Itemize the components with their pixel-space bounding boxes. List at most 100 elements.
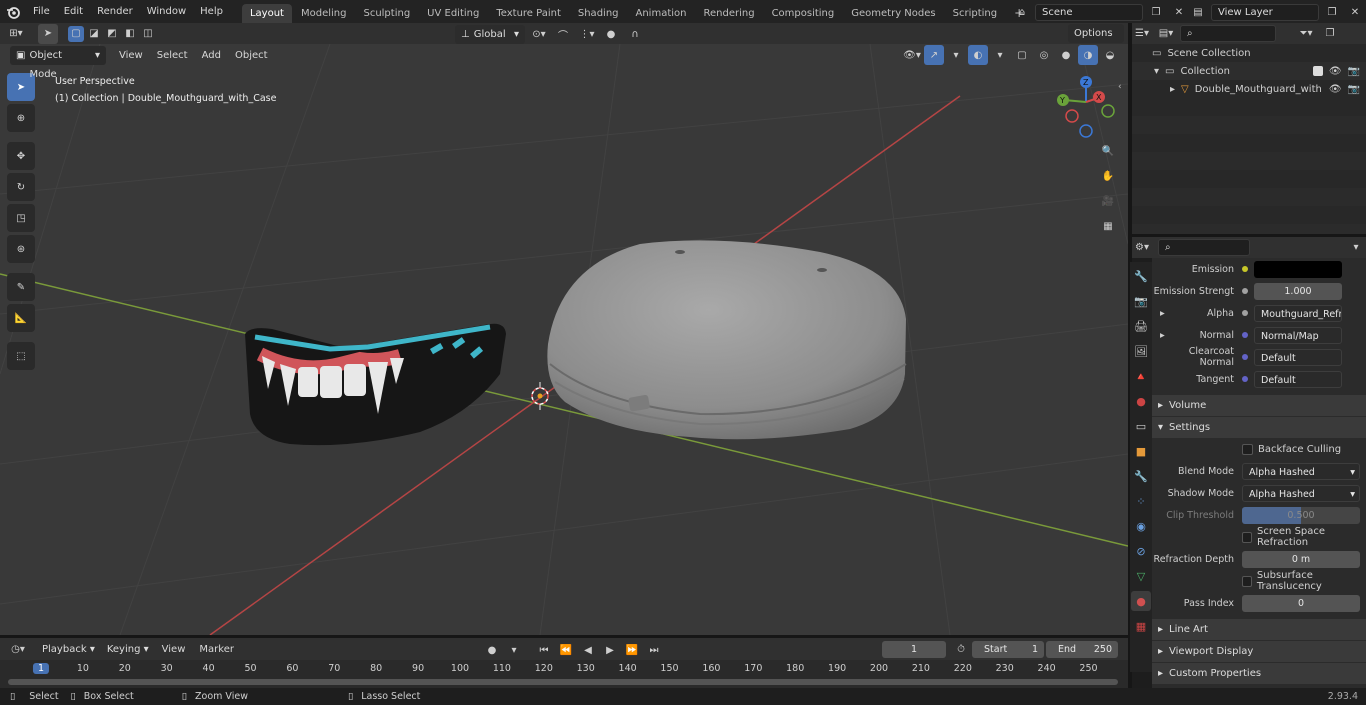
- panel-volume[interactable]: ▸ Volume: [1152, 395, 1366, 416]
- render-tab-icon[interactable]: 📷: [1131, 291, 1151, 311]
- viewport-menu-object[interactable]: Object: [228, 44, 275, 67]
- emission-color-field[interactable]: [1254, 260, 1342, 278]
- world-tab-icon[interactable]: ●: [1131, 391, 1151, 411]
- tab-modeling[interactable]: Modeling: [293, 4, 355, 23]
- output-tab-icon[interactable]: 🖨: [1131, 316, 1151, 336]
- snap-target-icon[interactable]: ⋮▾: [577, 24, 597, 44]
- shadow-mode-dropdown[interactable]: Alpha Hashed ▾: [1242, 484, 1360, 502]
- remove-scene-icon[interactable]: ✕: [1169, 2, 1189, 22]
- exclude-checkbox[interactable]: [1312, 66, 1323, 76]
- menu-file[interactable]: File: [26, 0, 57, 23]
- timeline-scrollbar[interactable]: [8, 679, 1118, 685]
- physics-tab-icon[interactable]: ◉: [1131, 516, 1151, 536]
- tab-sculpting[interactable]: Sculpting: [355, 4, 418, 23]
- remove-view-layer-icon[interactable]: ✕: [1345, 2, 1365, 22]
- socket-grey-icon[interactable]: [1242, 310, 1248, 316]
- socket-yellow-icon[interactable]: [1242, 266, 1248, 272]
- render-camera-icon[interactable]: 📷: [1348, 66, 1360, 77]
- backface-culling-checkbox[interactable]: [1242, 443, 1253, 455]
- subsurface-checkbox[interactable]: [1242, 575, 1252, 587]
- tab-uv-editing[interactable]: UV Editing: [419, 4, 487, 23]
- modifiers-tab-icon[interactable]: 🔧: [1131, 466, 1151, 486]
- normal-link-field[interactable]: Normal/Map: [1254, 326, 1342, 344]
- tool-tab-icon[interactable]: 🔧: [1131, 266, 1151, 286]
- xray-toggle-icon[interactable]: ▢: [1012, 45, 1032, 65]
- tab-texture-paint[interactable]: Texture Paint: [488, 4, 569, 23]
- play-icon[interactable]: ▶: [600, 640, 620, 660]
- new-scene-icon[interactable]: ❐: [1146, 2, 1166, 22]
- panel-line-art[interactable]: ▸ Line Art: [1152, 619, 1366, 640]
- tab-geometry-nodes[interactable]: Geometry Nodes: [843, 4, 943, 23]
- clearcoat-normal-field[interactable]: Default: [1254, 348, 1342, 366]
- measure-tool-icon[interactable]: 📐: [7, 304, 35, 332]
- scene-selector-icon[interactable]: ⌂: [1012, 2, 1032, 22]
- options-dropdown[interactable]: Options ▾: [1068, 24, 1124, 58]
- tab-compositing[interactable]: Compositing: [764, 4, 843, 23]
- perspective-toggle-icon[interactable]: ▦: [1098, 216, 1118, 236]
- jump-end-icon[interactable]: ⏭: [644, 640, 664, 660]
- move-tool-icon[interactable]: ✥: [7, 142, 35, 170]
- panel-settings[interactable]: ▾ Settings: [1152, 417, 1366, 438]
- visibility-eye-icon[interactable]: 👁: [1329, 66, 1342, 77]
- scale-tool-icon[interactable]: ◳: [7, 204, 35, 232]
- timeline-menu-keying[interactable]: Keying ▾: [101, 640, 155, 659]
- expand-right-icon[interactable]: ▸: [1160, 308, 1165, 319]
- tangent-field[interactable]: Default: [1254, 370, 1342, 388]
- navigation-gizmo[interactable]: Z Y X: [1057, 76, 1115, 138]
- select-subtract-icon[interactable]: ◩: [104, 26, 120, 42]
- annotate-tool-icon[interactable]: ✎: [7, 273, 35, 301]
- socket-blue-icon[interactable]: [1242, 332, 1248, 338]
- frame-start-field[interactable]: Start 1: [972, 641, 1044, 658]
- tab-layout[interactable]: Layout: [241, 4, 292, 23]
- scene-name-field[interactable]: Scene: [1035, 3, 1143, 21]
- expand-right-icon[interactable]: ▸: [1170, 84, 1175, 95]
- keying-set-dropdown-icon[interactable]: ▾: [504, 640, 524, 660]
- gizmo-dropdown-icon[interactable]: ▾: [946, 45, 966, 65]
- clip-threshold-slider[interactable]: 0.500: [1242, 506, 1360, 524]
- zoom-icon[interactable]: 🔍: [1098, 141, 1118, 161]
- ssr-checkbox[interactable]: [1242, 531, 1253, 543]
- proportional-edit-icon[interactable]: ●: [601, 24, 621, 44]
- properties-editor-type-icon[interactable]: ⚙▾: [1132, 238, 1152, 258]
- display-mode-icon[interactable]: ▤▾: [1156, 24, 1176, 44]
- socket-blue-icon[interactable]: [1242, 354, 1248, 360]
- current-frame-field[interactable]: 1: [882, 641, 946, 658]
- outliner-row-scene-collection[interactable]: ▭ Scene Collection: [1132, 44, 1366, 62]
- outliner-row-object[interactable]: ▸ ▽ Double_Mouthguard_with 👁 📷: [1132, 80, 1366, 98]
- select-new-icon[interactable]: ▢: [68, 25, 84, 42]
- gizmo-toggle-icon[interactable]: ↗: [924, 45, 944, 65]
- add-cube-tool-icon[interactable]: ⬚: [7, 342, 35, 370]
- frame-end-field[interactable]: End 250: [1046, 641, 1118, 658]
- texture-tab-icon[interactable]: ▦: [1131, 616, 1151, 636]
- snap-toggle-icon[interactable]: ⌒: [553, 24, 573, 44]
- new-view-layer-icon[interactable]: ❐: [1322, 2, 1342, 22]
- view-layer-icon[interactable]: ▤: [1188, 2, 1208, 22]
- viewport-3d[interactable]: Z Y X User Perspective (1) Collection | …: [0, 44, 1128, 635]
- shading-solid-icon[interactable]: ●: [1056, 45, 1076, 65]
- scene-tab-icon[interactable]: 🔺: [1131, 366, 1151, 386]
- shading-material-icon[interactable]: ◑: [1078, 45, 1098, 65]
- alpha-link-field[interactable]: Mouthguard_Refract...: [1254, 304, 1342, 322]
- material-tab-icon[interactable]: ●: [1131, 591, 1151, 611]
- jump-start-icon[interactable]: ⏮: [534, 640, 554, 660]
- panel-viewport-display[interactable]: ▸ Viewport Display: [1152, 641, 1366, 662]
- auto-keying-icon[interactable]: ●: [482, 640, 502, 660]
- overlay-toggle-icon[interactable]: ◐: [968, 45, 988, 65]
- properties-options-icon[interactable]: ▾: [1346, 238, 1366, 258]
- overlay-dropdown-icon[interactable]: ▾: [990, 45, 1010, 65]
- new-collection-icon[interactable]: ❐: [1320, 24, 1340, 44]
- constraints-tab-icon[interactable]: ⊘: [1131, 541, 1151, 561]
- timeline-editor-type-icon[interactable]: ◷▾: [8, 639, 28, 659]
- frame-ruler[interactable]: 1 10 20 30 40 50 60 70 80 90 100 110 120 130 140 150 160…: [0, 663, 1128, 679]
- tab-animation[interactable]: Animation: [628, 4, 695, 23]
- select-extend-icon[interactable]: ◪: [86, 26, 102, 42]
- refraction-depth-field[interactable]: 0 m: [1242, 550, 1360, 568]
- pass-index-field[interactable]: 0: [1242, 594, 1360, 612]
- outliner-row-collection[interactable]: ▾ ▭ Collection 👁 📷: [1132, 62, 1366, 80]
- socket-grey-icon[interactable]: [1242, 288, 1248, 294]
- case-model[interactable]: [547, 240, 907, 440]
- mode-dropdown[interactable]: ▣ Object Mode ▾: [10, 45, 106, 80]
- visibility-eye-icon[interactable]: 👁: [1329, 84, 1342, 95]
- menu-help[interactable]: Help: [193, 0, 230, 23]
- select-tool-icon[interactable]: ➤: [38, 23, 58, 44]
